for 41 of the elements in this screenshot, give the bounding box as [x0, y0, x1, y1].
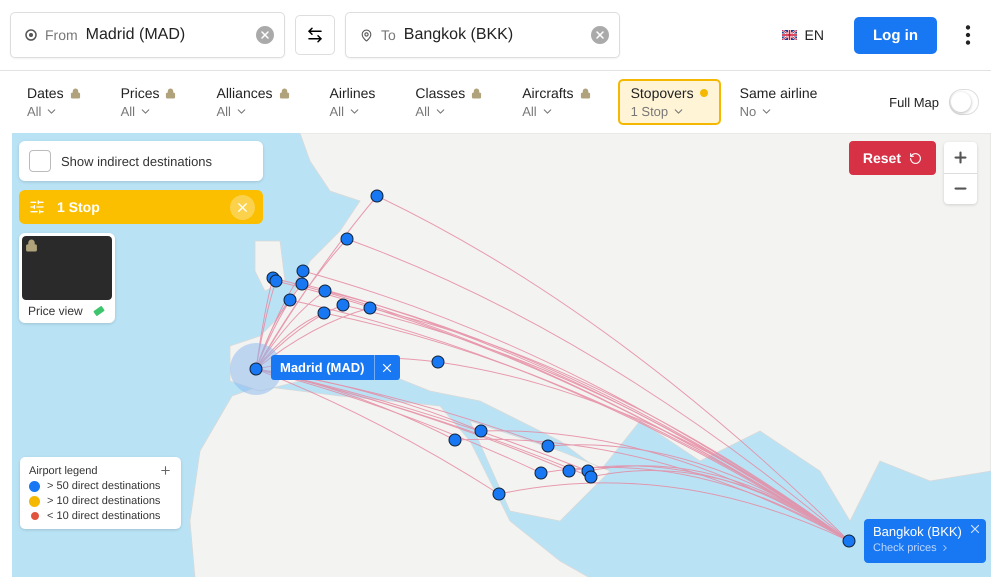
target-icon	[25, 29, 37, 41]
swap-button[interactable]	[295, 15, 335, 55]
filter-dropdown[interactable]: Same airline No	[726, 79, 830, 125]
filter-dropdown[interactable]: Prices All	[108, 79, 190, 125]
origin-field[interactable]: From Madrid (MAD)	[10, 12, 285, 58]
filter-dropdown[interactable]: Alliances All	[203, 79, 303, 125]
full-map-label: Full Map	[889, 94, 939, 110]
clear-icon[interactable]	[591, 26, 609, 44]
login-button[interactable]: Log in	[854, 16, 937, 54]
expand-icon[interactable]	[159, 464, 172, 477]
filter-dropdown[interactable]: Aircrafts All	[509, 79, 604, 125]
popup-title: Bangkok (BKK)	[873, 524, 962, 539]
field-label: To	[381, 27, 396, 43]
field-value: Bangkok (BKK)	[404, 26, 514, 44]
banknote-icon	[92, 305, 105, 317]
pin-icon	[360, 28, 373, 42]
reset-icon	[909, 152, 922, 164]
indirect-destinations-checkbox[interactable]: Show indirect destinations	[19, 141, 263, 181]
filter-dropdown[interactable]: Classes All	[402, 79, 496, 125]
price-view-button[interactable]: Price view	[19, 233, 115, 323]
destination-field[interactable]: To Bangkok (BKK)	[345, 12, 620, 58]
legend-label: > 50 direct destinations	[47, 480, 160, 492]
reset-button[interactable]: Reset	[848, 141, 936, 175]
clear-icon[interactable]	[256, 26, 274, 44]
filter-dropdown[interactable]: Dates All	[14, 79, 94, 125]
swap-icon	[306, 26, 324, 44]
sliders-icon	[29, 199, 45, 215]
close-icon[interactable]	[968, 522, 982, 536]
field-value: Madrid (MAD)	[86, 26, 186, 44]
legend-title: Airport legend	[29, 464, 98, 476]
filter-dropdown[interactable]: Stopovers 1 Stop	[618, 79, 721, 125]
active-dot	[700, 89, 708, 97]
language-button[interactable]: EN	[776, 26, 830, 44]
field-label: From	[45, 27, 78, 43]
filter-dropdown[interactable]: Airlines All	[316, 79, 388, 125]
popup-title: Madrid (MAD)	[279, 360, 366, 375]
chip-label: 1 Stop	[57, 199, 100, 215]
full-map-toggle[interactable]	[949, 89, 979, 115]
legend-label: > 10 direct destinations	[47, 495, 160, 507]
legend-label: < 10 direct destinations	[47, 510, 160, 522]
flag-icon	[782, 30, 797, 40]
